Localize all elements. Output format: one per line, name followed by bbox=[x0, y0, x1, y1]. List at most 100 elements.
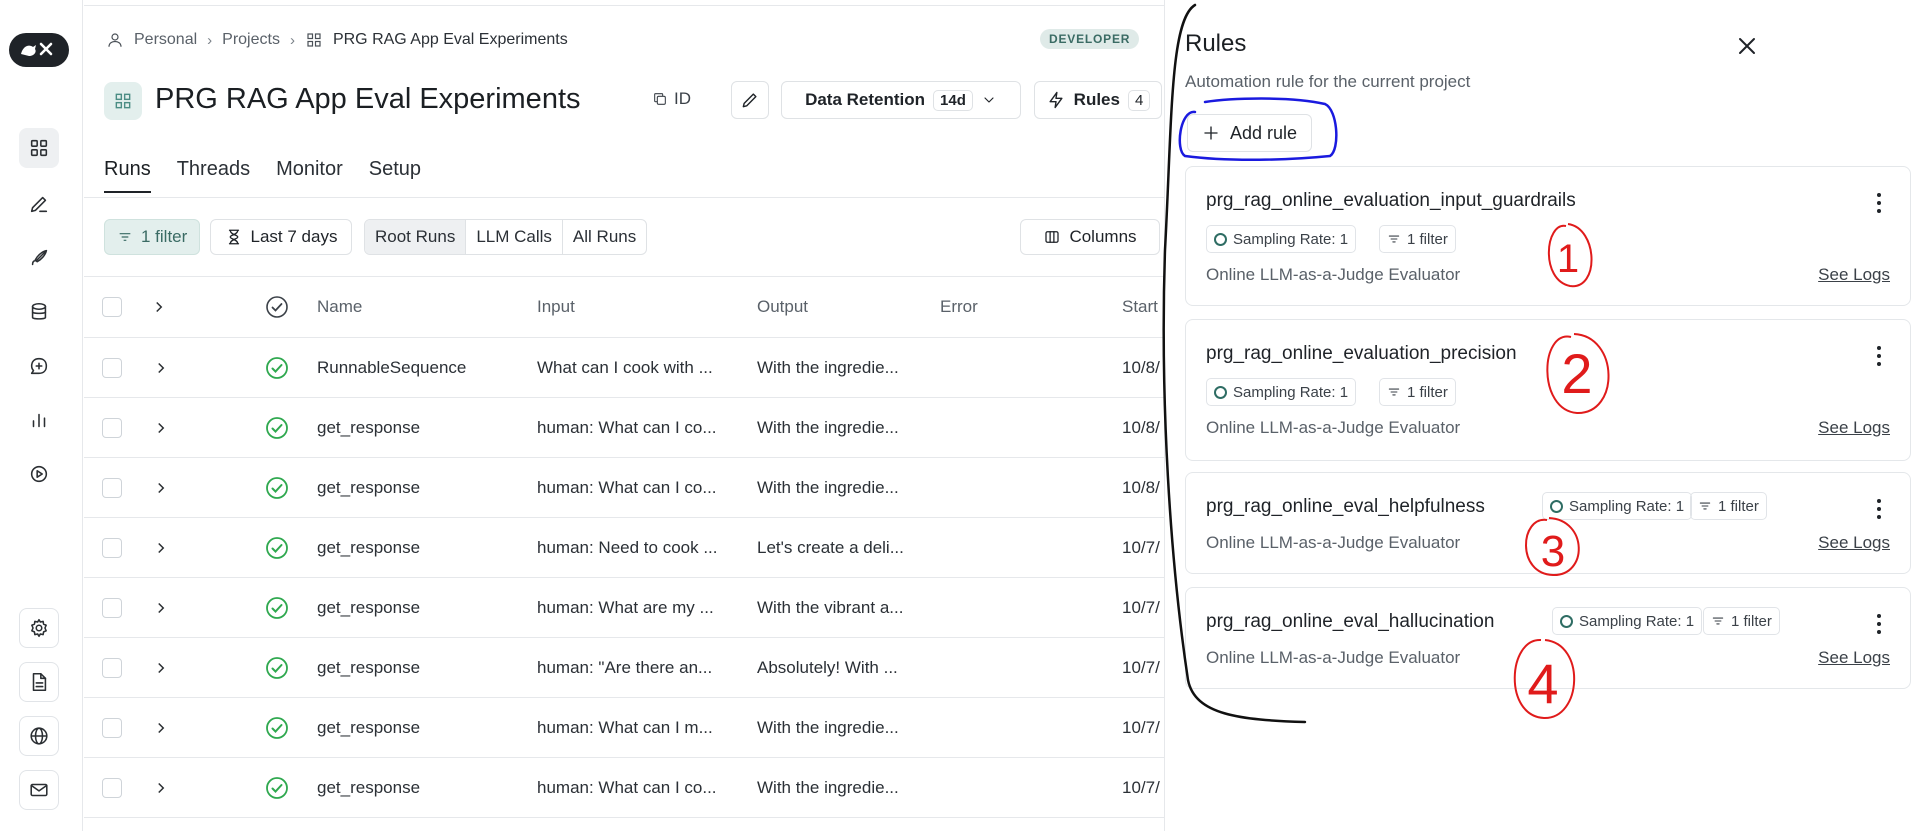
close-icon bbox=[1739, 38, 1755, 54]
data-retention-dropdown[interactable]: Data Retention 14d bbox=[781, 81, 1021, 119]
breadcrumb-personal[interactable]: Personal bbox=[134, 31, 197, 49]
see-logs-link[interactable]: See Logs bbox=[1818, 418, 1890, 438]
table-row[interactable]: get_response human: What can I co... With … bbox=[84, 758, 1164, 818]
sampling-rate-text: Sampling Rate: 1 bbox=[1233, 230, 1349, 248]
expand-row-chevron[interactable] bbox=[152, 578, 170, 637]
rules-button[interactable]: Rules 4 bbox=[1034, 81, 1162, 119]
row-checkbox[interactable] bbox=[102, 357, 122, 378]
playground-play-icon[interactable] bbox=[19, 454, 59, 494]
row-checkbox[interactable] bbox=[102, 597, 122, 618]
breadcrumb-current-project[interactable]: PRG RAG App Eval Experiments bbox=[333, 31, 568, 49]
segment-all-runs[interactable]: All Runs bbox=[561, 220, 646, 254]
segment-llm-calls[interactable]: LLM Calls bbox=[465, 220, 562, 254]
rule-card[interactable]: prg_rag_online_eval_helpfulness Sampling… bbox=[1185, 472, 1911, 574]
success-status bbox=[265, 398, 289, 457]
success-status bbox=[265, 758, 289, 817]
top-divider bbox=[84, 5, 1164, 6]
breadcrumb-projects[interactable]: Projects bbox=[222, 31, 280, 49]
table-row[interactable]: RunnableSequence What can I cook with ...… bbox=[84, 338, 1164, 398]
table-row[interactable]: get_response human: "Are there an... Absol… bbox=[84, 638, 1164, 698]
project-grid-icon bbox=[307, 33, 321, 47]
table-row[interactable]: get_response human: What are my ... With t… bbox=[84, 578, 1164, 638]
chevron-right-icon bbox=[158, 602, 165, 613]
see-logs-link[interactable]: See Logs bbox=[1818, 533, 1890, 553]
expand-row-chevron[interactable] bbox=[152, 758, 170, 817]
datasets-database-icon[interactable] bbox=[19, 292, 59, 332]
expand-row-chevron[interactable] bbox=[152, 518, 170, 577]
table-row[interactable]: get_response human: What can I m... With t… bbox=[84, 698, 1164, 758]
row-checkbox[interactable] bbox=[102, 417, 122, 438]
settings-gear-icon[interactable] bbox=[19, 608, 59, 648]
col-header-start[interactable]: Start bbox=[1122, 277, 1158, 337]
docs-document-icon[interactable] bbox=[19, 662, 59, 702]
col-header-error[interactable]: Error bbox=[940, 277, 978, 337]
dashboards-chart-icon[interactable] bbox=[19, 400, 59, 440]
row-checkbox[interactable] bbox=[102, 777, 122, 798]
edit-project-button[interactable] bbox=[731, 81, 769, 119]
sampling-ring-icon bbox=[1560, 614, 1573, 628]
sampling-ring-icon bbox=[1214, 385, 1227, 399]
col-header-input[interactable]: Input bbox=[537, 277, 575, 337]
app-logo[interactable] bbox=[9, 33, 69, 67]
expand-row-chevron[interactable] bbox=[152, 458, 170, 517]
segment-root-runs[interactable]: Root Runs bbox=[365, 220, 466, 254]
cell-start-time: 10/7/ bbox=[1122, 777, 1160, 797]
table-row[interactable]: get_response human: What can I co... With … bbox=[84, 458, 1164, 518]
expand-row-chevron[interactable] bbox=[152, 398, 170, 457]
language-globe-icon[interactable] bbox=[19, 716, 59, 756]
rule-type: Online LLM-as-a-Judge Evaluator bbox=[1206, 265, 1461, 284]
tab-runs[interactable]: Runs bbox=[104, 158, 151, 193]
expand-row-chevron[interactable] bbox=[152, 698, 170, 757]
filter-button[interactable]: 1 filter bbox=[104, 219, 201, 255]
rule-card[interactable]: prg_rag_online_evaluation_input_guardrai… bbox=[1185, 166, 1911, 306]
prompts-chat-icon[interactable] bbox=[19, 346, 59, 386]
contact-mail-icon[interactable] bbox=[19, 770, 59, 810]
tab-setup[interactable]: Setup bbox=[369, 158, 421, 193]
add-rule-button[interactable]: Add rule bbox=[1187, 114, 1313, 152]
time-range-button[interactable]: Last 7 days bbox=[210, 219, 352, 255]
table-row[interactable]: get_response human: What can I co... With … bbox=[84, 398, 1164, 458]
copy-id-button[interactable]: ID bbox=[652, 89, 691, 109]
rule-menu-icon[interactable] bbox=[1876, 346, 1882, 366]
tab-threads[interactable]: Threads bbox=[177, 158, 250, 193]
cell-name: get_response bbox=[317, 657, 421, 677]
projects-nav-icon[interactable] bbox=[19, 128, 59, 168]
deploy-rocket-icon[interactable] bbox=[19, 238, 59, 278]
sampling-rate-tag: Sampling Rate: 1 bbox=[1206, 378, 1357, 406]
close-panel-button[interactable] bbox=[1735, 34, 1761, 60]
row-checkbox-cell bbox=[102, 398, 122, 457]
rule-filter-tag: 1 filter bbox=[1379, 378, 1456, 406]
expand-all-chevron[interactable] bbox=[150, 277, 168, 337]
cell-start-time: 10/7/ bbox=[1122, 717, 1160, 737]
see-logs-link[interactable]: See Logs bbox=[1818, 648, 1890, 668]
select-all-checkbox[interactable] bbox=[102, 297, 122, 317]
row-checkbox[interactable] bbox=[102, 477, 122, 498]
cell-input: human: What can I co... bbox=[537, 777, 717, 797]
col-header-name[interactable]: Name bbox=[317, 277, 362, 337]
table-row[interactable]: get_response human: Need to cook ... Let's… bbox=[84, 518, 1164, 578]
row-checkbox[interactable] bbox=[102, 717, 122, 738]
rule-card[interactable]: prg_rag_online_eval_hallucination Sampli… bbox=[1185, 587, 1911, 689]
cell-input: human: What can I co... bbox=[537, 477, 717, 497]
cell-output: Let's create a deli... bbox=[757, 537, 904, 557]
see-logs-link[interactable]: See Logs bbox=[1818, 265, 1890, 285]
user-icon bbox=[108, 33, 122, 47]
plan-badge: DEVELOPER bbox=[1040, 29, 1140, 49]
expand-row-chevron[interactable] bbox=[152, 338, 170, 397]
cell-output: With the ingredie... bbox=[757, 417, 899, 437]
tab-monitor[interactable]: Monitor bbox=[276, 158, 343, 193]
rule-name: prg_rag_online_eval_helpfulness bbox=[1206, 496, 1485, 517]
row-checkbox[interactable] bbox=[102, 657, 122, 678]
rule-menu-icon[interactable] bbox=[1876, 499, 1882, 519]
success-status bbox=[265, 578, 289, 637]
project-icon bbox=[104, 82, 142, 120]
rule-menu-icon[interactable] bbox=[1876, 193, 1882, 213]
row-checkbox[interactable] bbox=[102, 537, 122, 558]
rule-menu-icon[interactable] bbox=[1876, 614, 1882, 634]
annotate-pen-icon[interactable] bbox=[19, 184, 59, 224]
columns-button[interactable]: Columns bbox=[1020, 219, 1160, 255]
col-header-output[interactable]: Output bbox=[757, 277, 808, 337]
rule-card[interactable]: prg_rag_online_evaluation_precision Samp… bbox=[1185, 319, 1911, 461]
expand-row-chevron[interactable] bbox=[152, 638, 170, 697]
rule-type: Online LLM-as-a-Judge Evaluator bbox=[1206, 418, 1461, 437]
